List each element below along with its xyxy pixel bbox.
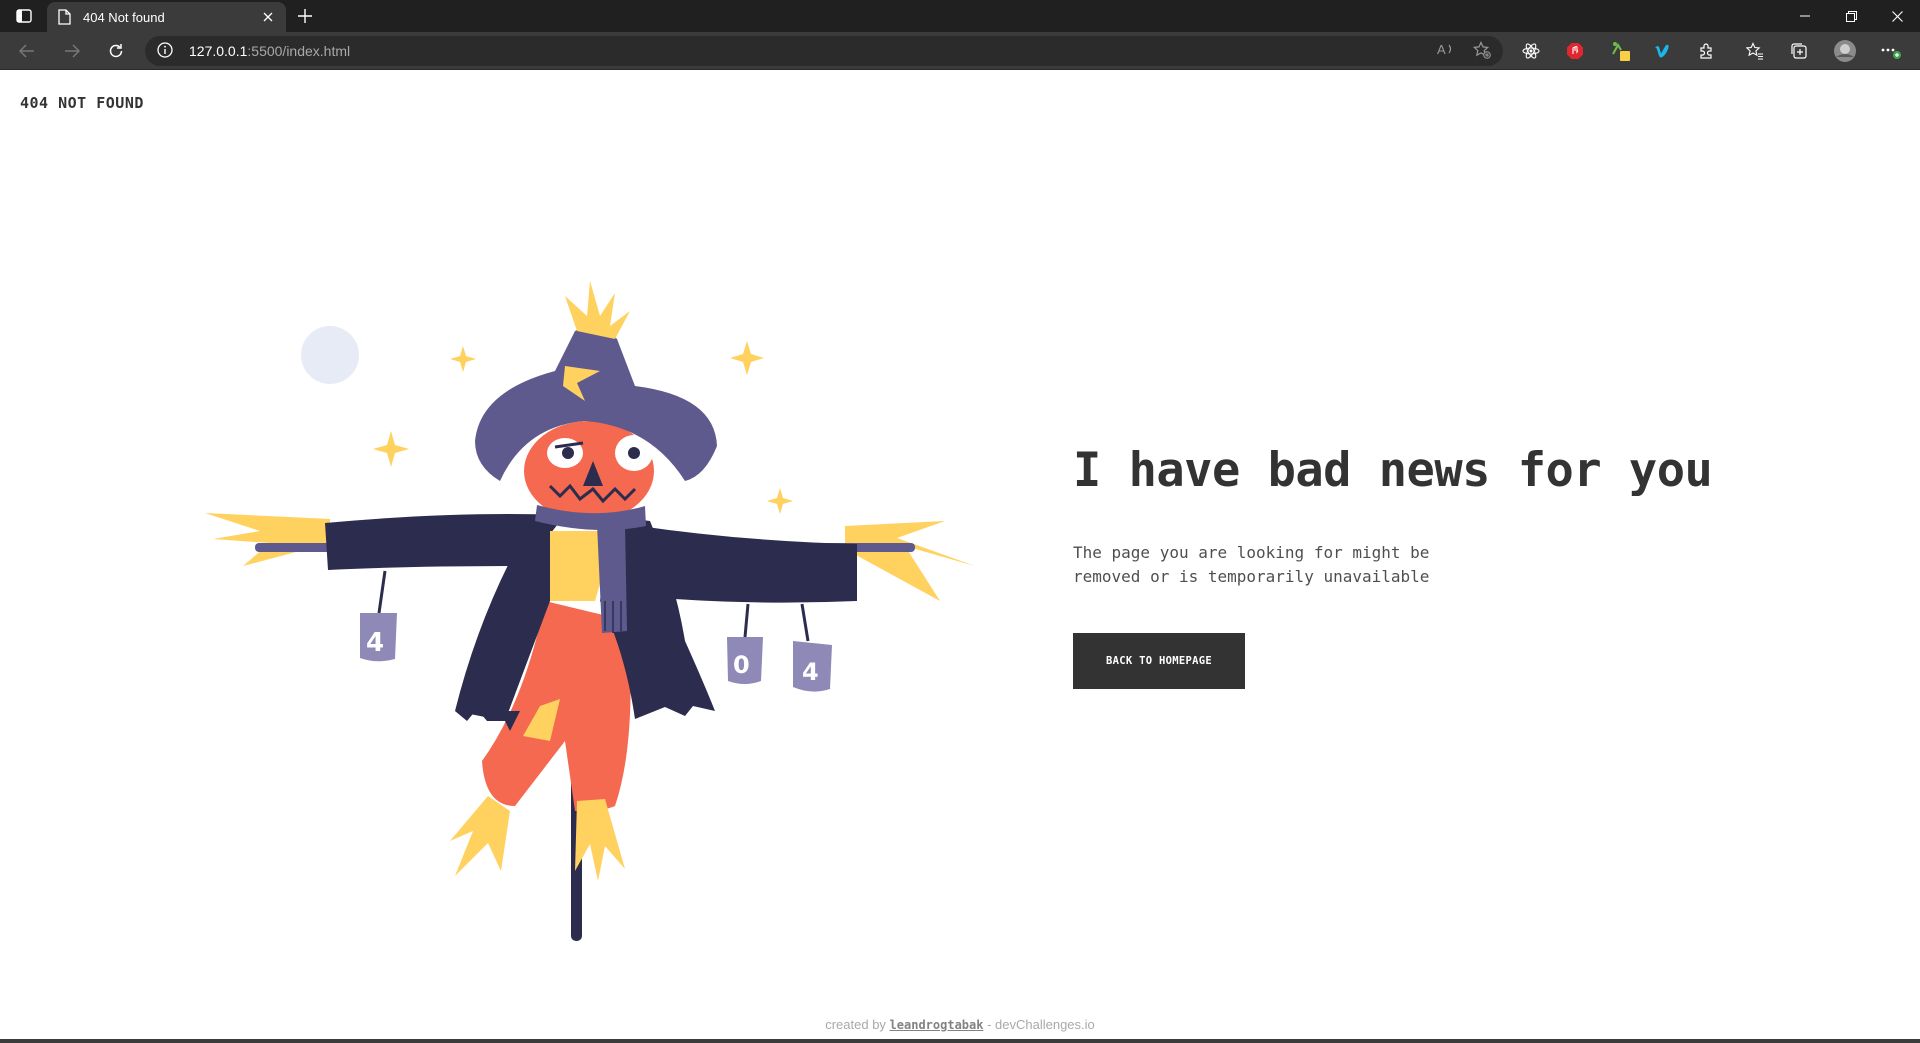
footer-prefix: created by [825,1017,890,1032]
left-foot-straw [450,796,510,876]
site-brand: 404 NOT FOUND [20,94,144,112]
moon-icon [301,326,359,384]
footer-author-link[interactable]: leandrogtabak [890,1018,984,1032]
close-tab-icon[interactable] [260,9,276,25]
restore-icon[interactable] [1828,0,1874,32]
sparkle-icon [450,346,476,372]
minimize-icon[interactable] [1782,0,1828,32]
sparkle-icon [730,341,764,375]
tab-actions-icon[interactable] [12,7,36,25]
vimeo-icon[interactable] [1651,39,1675,63]
hat-straw [565,281,630,339]
forward-icon[interactable] [60,39,84,63]
add-favorite-icon[interactable] [1472,41,1491,64]
svg-text:A: A [1437,42,1446,57]
browser-toolbar: 127.0.0.1:5500/index.html A [0,32,1920,70]
page-headline: I have bad news for you [1073,443,1713,498]
read-aloud-icon[interactable]: A [1437,41,1455,64]
page-icon [57,9,73,25]
right-foot-straw [575,799,625,881]
left-hand-straw [205,513,330,566]
close-window-icon[interactable] [1874,0,1920,32]
page-subtext: The page you are looking for might be re… [1073,543,1430,586]
can-label-4-left: 4 [366,628,384,658]
address-bar[interactable]: 127.0.0.1:5500/index.html A [145,36,1503,66]
extension-badge-icon[interactable] [1608,39,1632,63]
favorites-icon[interactable] [1743,39,1767,63]
back-icon[interactable] [15,39,39,63]
sparkle-icon [767,488,793,514]
page-content: 404 NOT FOUND 4 0 4 I have bad news for … [0,71,1920,1039]
can-label-0: 0 [733,651,750,679]
profile-avatar-icon[interactable] [1833,39,1857,63]
collections-icon[interactable] [1787,39,1811,63]
settings-menu-icon[interactable] [1879,39,1903,63]
back-to-homepage-button[interactable]: BACK TO HOMEPAGE [1073,633,1245,689]
address-bar-actions: A [1437,41,1491,64]
site-info-icon[interactable] [157,42,175,60]
window-bottom-border [0,1039,1920,1043]
window-controls [1782,0,1920,32]
extensions-puzzle-icon[interactable] [1695,39,1719,63]
react-devtools-icon[interactable] [1519,39,1543,63]
can-label-4-right: 4 [802,658,819,686]
adblock-icon[interactable] [1563,39,1587,63]
browser-tab[interactable]: 404 Not found [47,2,286,32]
url-path: :5500/index.html [247,43,351,59]
browser-tab-bar: 404 Not found [0,0,1920,32]
url-text: 127.0.0.1:5500/index.html [189,43,350,59]
new-tab-icon[interactable] [294,5,316,27]
tab-title: 404 Not found [83,9,165,25]
scarecrow-illustration: 4 0 4 [205,281,975,941]
url-host: 127.0.0.1 [189,43,248,59]
sparkle-icon [373,431,409,467]
footer-suffix: - devChallenges.io [983,1017,1095,1032]
reload-icon[interactable] [104,39,128,63]
page-footer: created by leandrogtabak - devChallenges… [0,1017,1920,1032]
right-hand-straw [845,521,975,601]
